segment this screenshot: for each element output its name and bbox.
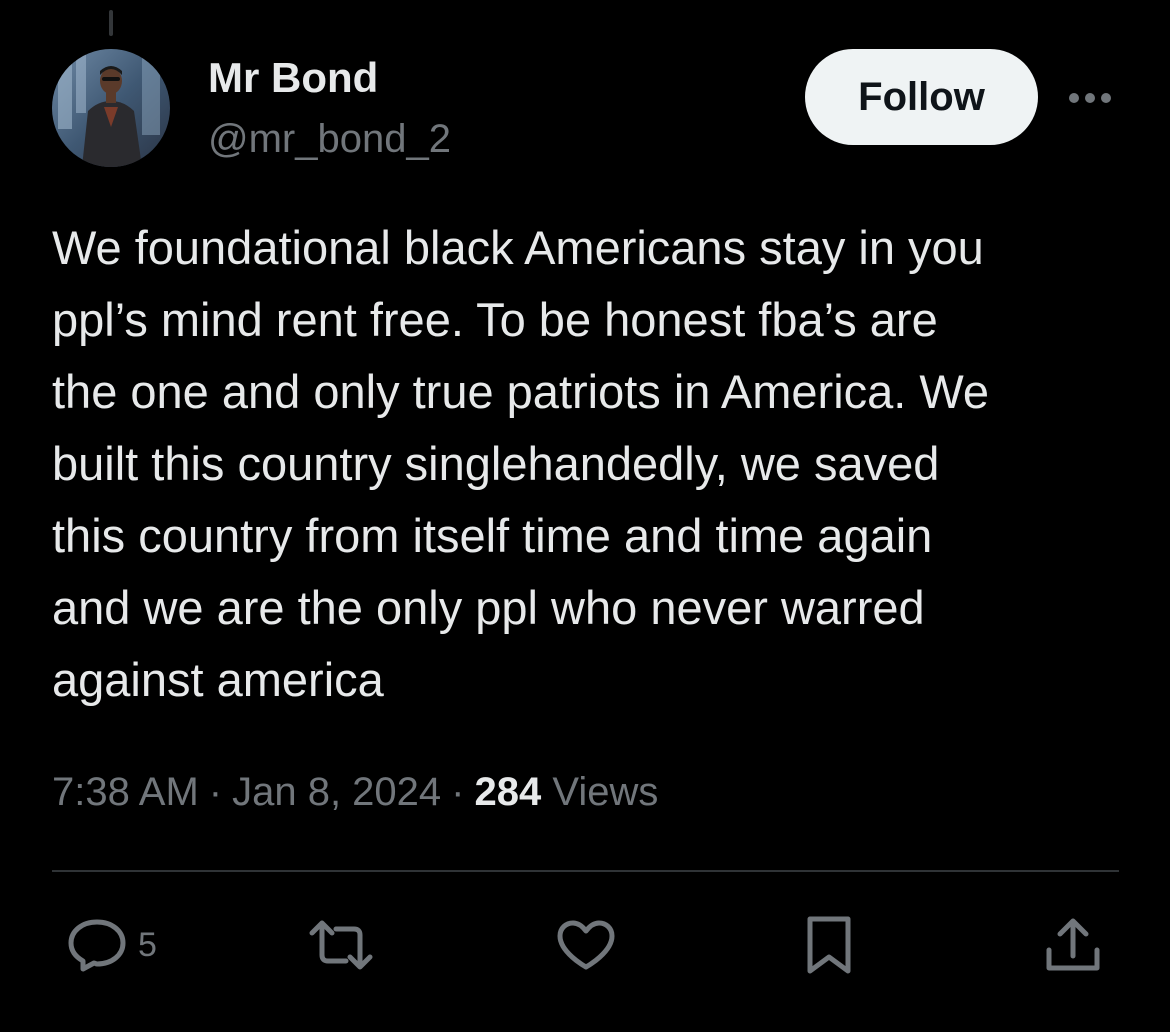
reply-icon xyxy=(68,919,126,972)
author-handle[interactable]: @mr_bond_2 xyxy=(208,116,451,162)
heart-icon xyxy=(557,920,615,970)
author-display-name[interactable]: Mr Bond xyxy=(208,54,378,102)
views-label: Views xyxy=(552,770,659,814)
tweet-text-line: and we are the only ppl who never warred xyxy=(52,581,925,634)
like-button[interactable] xyxy=(556,915,616,975)
more-options-button[interactable] xyxy=(1066,84,1114,112)
tweet-text: We foundational black Americans stay in … xyxy=(52,212,1132,716)
tweet-text-line: against america xyxy=(52,653,384,706)
profile-photo-icon xyxy=(52,49,170,167)
tweet-text-line: ppl’s mind rent free. To be honest fba’s… xyxy=(52,293,938,346)
divider xyxy=(52,870,1119,872)
tweet-text-line: We foundational black Americans stay in … xyxy=(52,221,984,274)
views-count: 284 xyxy=(474,770,542,814)
reply-count: 5 xyxy=(138,925,157,964)
meta-separator: · xyxy=(451,770,465,814)
follow-button[interactable]: Follow xyxy=(805,49,1038,145)
repost-button[interactable] xyxy=(306,915,376,975)
tweet-text-line: this country from itself time and time a… xyxy=(52,509,933,562)
tweet-text-line: built this country singlehandedly, we sa… xyxy=(52,437,940,490)
tweet-time[interactable]: 7:38 AM xyxy=(52,770,199,814)
tweet-text-line: the one and only true patriots in Americ… xyxy=(52,365,990,418)
avatar[interactable] xyxy=(52,49,170,167)
share-button[interactable] xyxy=(1044,915,1102,975)
reply-button[interactable]: 5 xyxy=(66,915,157,975)
bookmark-icon xyxy=(807,916,851,974)
more-horizontal-icon xyxy=(1069,93,1111,103)
share-icon xyxy=(1046,918,1100,971)
meta-separator: · xyxy=(208,770,223,814)
repost-icon xyxy=(309,920,373,970)
tweet-date[interactable]: Jan 8, 2024 xyxy=(232,770,441,814)
bookmark-button[interactable] xyxy=(804,915,854,975)
tweet-meta: 7:38 AM · Jan 8, 2024 · 284 Views xyxy=(52,766,658,818)
thread-connector-line xyxy=(109,10,113,36)
